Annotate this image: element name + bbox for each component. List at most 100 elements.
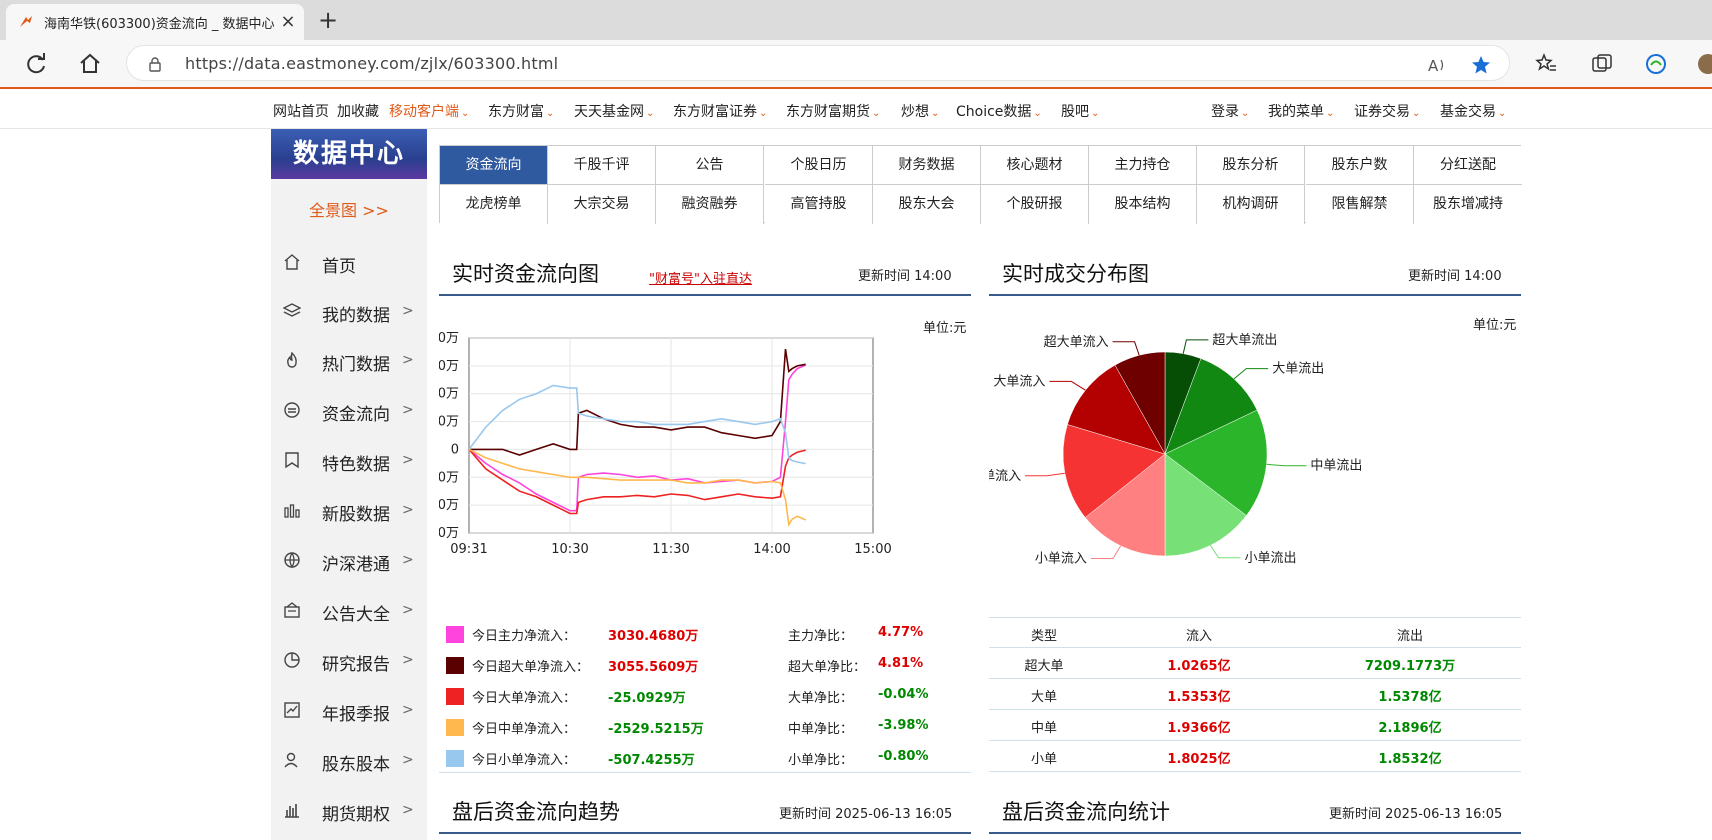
refresh-icon[interactable]: [22, 50, 50, 78]
edge-copilot-icon[interactable]: [1644, 52, 1668, 76]
tab-close-icon[interactable]: ×: [278, 12, 298, 32]
sidebar-item-stock-connect[interactable]: 沪深港通 >: [271, 543, 427, 579]
flow-table-cell-type: 中单: [1030, 721, 1057, 736]
nav-link-guba[interactable]: 股吧 ⌄: [1061, 101, 1099, 121]
legend-value: 3055.5609万: [608, 660, 699, 675]
ratio-value: -3.98%: [878, 718, 929, 733]
browser-tab[interactable]: 海南华铁(603300)资金流向 _ 数据中心 ×: [6, 4, 304, 40]
url-text[interactable]: https://data.eastmoney.com/zjlx/603300.h…: [185, 54, 558, 73]
sidebar-item-label: 年报季报: [322, 705, 390, 725]
subtab-0-0[interactable]: 资金流向: [440, 146, 548, 185]
nav-link-mobile-client[interactable]: 移动客户端 ⌄: [389, 101, 469, 121]
subtab-1-0[interactable]: 龙虎榜单: [440, 185, 548, 224]
pie-leader-line: [1090, 545, 1122, 559]
flow-table-cell-out: 7209.1773万: [1364, 659, 1456, 674]
sidebar-item-annual-reports[interactable]: 年报季报 >: [271, 693, 427, 729]
sidebar-item-new-stock[interactable]: 新股数据 >: [271, 493, 427, 529]
subtab-0-1[interactable]: 千股千评: [548, 146, 656, 185]
read-aloud-icon[interactable]: A: [1427, 55, 1447, 75]
globe-icon: [284, 552, 300, 569]
nav-link-my-menu[interactable]: 我的菜单 ⌄: [1268, 101, 1334, 121]
sidebar-item-futures-options[interactable]: 期货期权 >: [271, 793, 427, 829]
legend-swatch[interactable]: [446, 719, 464, 736]
legend-row: 今日中单净流入： -2529.5215万 中单净比： -3.98%: [446, 716, 966, 737]
subtab-0-8[interactable]: 股东户数: [1306, 146, 1414, 185]
legend-swatch[interactable]: [446, 688, 464, 705]
column-icon: [285, 804, 299, 818]
sidebar-item-label: 资金流向: [322, 405, 390, 425]
distribution-update-time: 更新时间 14:00: [1408, 269, 1502, 284]
nav-link-home[interactable]: 网站首页: [273, 101, 329, 121]
sidebar-item-money-flow[interactable]: 资金流向 >: [271, 393, 427, 429]
line-chart-icon: [284, 702, 300, 718]
data-center-logo[interactable]: 数据中心: [271, 129, 427, 179]
subtab-1-5[interactable]: 个股研报: [981, 185, 1089, 224]
subtab-0-9[interactable]: 分红送配: [1414, 146, 1522, 185]
sidebar-item-label: 公告大全: [322, 605, 390, 625]
nav-link-bookmark[interactable]: 加收藏: [337, 101, 379, 121]
subtab-1-2[interactable]: 融资融券: [656, 185, 764, 224]
chevron-right-icon: >: [402, 752, 414, 768]
after-trend-underline: [439, 832, 971, 834]
subtab-0-2[interactable]: 公告: [656, 146, 764, 185]
nav-link-chaoxiang[interactable]: 炒想 ⌄: [901, 101, 939, 121]
subtab-0-5[interactable]: 核心题材: [981, 146, 1089, 185]
sidebar-item-hot-data[interactable]: 热门数据 >: [271, 343, 427, 379]
subtab-0-7[interactable]: 股东分析: [1197, 146, 1305, 185]
distribution-title: 实时成交分布图: [1002, 262, 1149, 286]
sidebar-item-my-data[interactable]: 我的数据 >: [271, 294, 427, 330]
flow-table-cell-in: 1.5353亿: [1167, 690, 1231, 705]
sidebar-item-shareholders[interactable]: 股东股本 >: [271, 743, 427, 779]
chevron-down-icon: ⌄: [931, 108, 940, 119]
sidebar-item-home[interactable]: 首页: [271, 245, 427, 281]
sidebar-item-label: 期货期权: [322, 805, 390, 825]
legend-row: 今日小单净流入： -507.4255万 小单净比： -0.80%: [446, 747, 966, 768]
subtab-1-3[interactable]: 高管持股: [765, 185, 873, 224]
collections-icon[interactable]: [1590, 52, 1614, 76]
legend-label: 今日超大单净流入：: [472, 660, 590, 675]
chevron-right-icon: >: [402, 602, 414, 618]
after-trend-title: 盘后资金流向趋势: [452, 800, 620, 824]
sidebar-item-research-reports[interactable]: 研究报告 >: [271, 643, 427, 679]
legend-swatch[interactable]: [446, 657, 464, 674]
nav-link-securities-trading[interactable]: 证券交易 ⌄: [1354, 101, 1420, 121]
sidebar-item-featured-data[interactable]: 特色数据 >: [271, 443, 427, 479]
subtab-1-8[interactable]: 限售解禁: [1306, 185, 1414, 224]
flow-table-row: 超大单 1.0265亿 7209.1773万: [989, 648, 1521, 679]
home-icon[interactable]: [76, 50, 104, 78]
new-tab-icon[interactable]: +: [314, 6, 342, 34]
sidebar-item-announcements[interactable]: 公告大全 >: [271, 593, 427, 629]
subtab-0-4[interactable]: 财务数据: [873, 146, 981, 185]
lock-icon[interactable]: [147, 56, 163, 72]
nav-link-eastmoney-securities[interactable]: 东方财富证券 ⌄: [673, 101, 767, 121]
subtab-1-9[interactable]: 股东增减持: [1414, 185, 1522, 224]
sidebar-item-label: 研究报告: [322, 655, 390, 675]
realtime-update-time: 更新时间 14:00: [858, 269, 952, 284]
subtab-1-7[interactable]: 机构调研: [1197, 185, 1305, 224]
favorite-star-icon[interactable]: [1471, 55, 1491, 75]
favorites-list-icon[interactable]: [1534, 52, 1558, 76]
nav-link-eastmoney[interactable]: 东方财富 ⌄: [488, 101, 554, 121]
legend-value: -507.4255万: [608, 753, 695, 768]
nav-link-choice-data[interactable]: Choice数据 ⌄: [956, 101, 1042, 121]
pie-leader-line: [1025, 472, 1065, 477]
legend-value: -2529.5215万: [608, 722, 704, 737]
nav-link-tiantian-fund[interactable]: 天天基金网 ⌄: [574, 101, 654, 121]
subtab-0-3[interactable]: 个股日历: [765, 146, 873, 185]
legend-row: 今日大单净流入： -25.0929万 大单净比： -0.04%: [446, 685, 966, 706]
profile-avatar-icon[interactable]: [1696, 52, 1712, 76]
nav-link-eastmoney-futures[interactable]: 东方财富期货 ⌄: [786, 101, 880, 121]
nav-link-login[interactable]: 登录 ⌄: [1211, 101, 1249, 121]
url-box[interactable]: https://data.eastmoney.com/zjlx/603300.h…: [126, 45, 1510, 81]
subtab-1-6[interactable]: 股本结构: [1089, 185, 1197, 224]
subtab-0-6[interactable]: 主力持仓: [1089, 146, 1197, 185]
subtab-1-4[interactable]: 股东大会: [873, 185, 981, 224]
caifuhao-ad-link[interactable]: "财富号"入驻直达: [649, 268, 752, 287]
chevron-down-icon: ⌄: [1091, 108, 1100, 119]
panorama-link[interactable]: 全景图 >>: [271, 197, 427, 221]
nav-link-fund-trading[interactable]: 基金交易 ⌄: [1440, 101, 1506, 121]
flow-table-cell-out: 1.8532亿: [1378, 752, 1442, 767]
legend-swatch[interactable]: [446, 626, 464, 643]
legend-swatch[interactable]: [446, 750, 464, 767]
subtab-1-1[interactable]: 大宗交易: [548, 185, 656, 224]
